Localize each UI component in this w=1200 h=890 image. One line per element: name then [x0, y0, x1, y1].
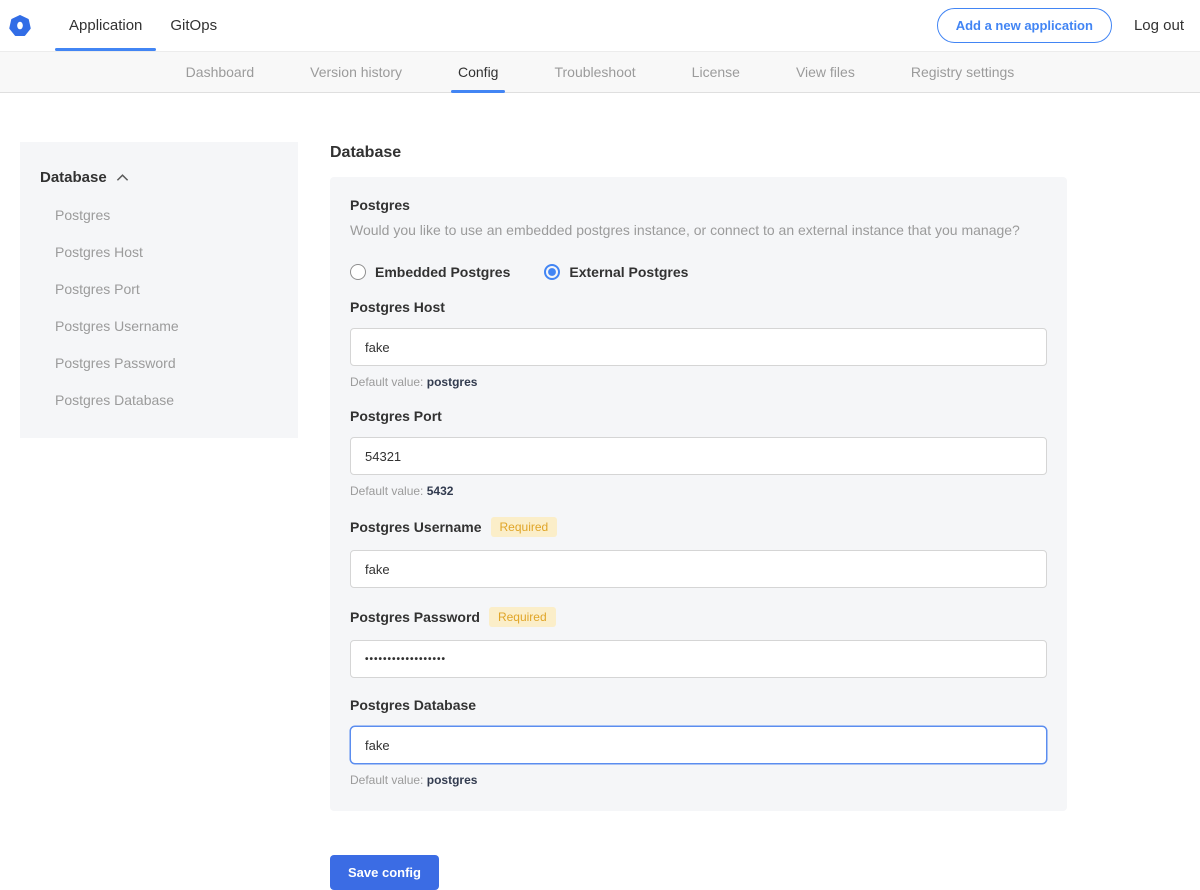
default-value-prefix: Default value: — [350, 375, 423, 389]
postgres-port-default: Default value: 5432 — [350, 484, 1047, 498]
sidebar-group-label: Database — [40, 169, 107, 186]
tab-version-history[interactable]: Version history — [308, 52, 404, 92]
tab-gitops-label: GitOps — [170, 17, 217, 34]
config-group-card: Postgres Would you like to use an embedd… — [330, 177, 1067, 811]
postgres-host-input[interactable] — [350, 328, 1047, 366]
postgres-port-input[interactable] — [350, 437, 1047, 475]
default-value-text: postgres — [427, 375, 478, 389]
app-sub-nav: Dashboard Version history Config Trouble… — [0, 51, 1200, 93]
sidebar-item-postgres-host[interactable]: Postgres Host — [40, 244, 282, 260]
tab-troubleshoot[interactable]: Troubleshoot — [552, 52, 637, 92]
tab-gitops[interactable]: GitOps — [156, 0, 231, 51]
postgres-host-default: Default value: postgres — [350, 375, 1047, 389]
postgres-group-label: Postgres — [350, 197, 1047, 213]
tab-registry-settings-label: Registry settings — [911, 64, 1014, 80]
topnav-right: Add a new application Log out — [937, 0, 1200, 51]
postgres-username-label: Postgres Username — [350, 519, 482, 535]
tab-config[interactable]: Config — [456, 52, 500, 92]
postgres-mode-radio-group: Embedded Postgres External Postgres — [350, 264, 1047, 280]
field-postgres-database: Postgres Database Default value: postgre… — [350, 697, 1047, 787]
sidebar-item-postgres-password[interactable]: Postgres Password — [40, 355, 282, 371]
field-postgres-port: Postgres Port Default value: 5432 — [350, 408, 1047, 498]
app-logo[interactable] — [0, 0, 55, 51]
field-postgres-username: Postgres Username Required — [350, 517, 1047, 588]
sidebar-item-postgres-database[interactable]: Postgres Database — [40, 392, 282, 408]
required-badge: Required — [491, 517, 558, 537]
save-config-button[interactable]: Save config — [330, 855, 439, 890]
tab-license[interactable]: License — [690, 52, 742, 92]
add-new-application-button[interactable]: Add a new application — [937, 8, 1112, 43]
topnav-tabs: Application GitOps — [55, 0, 231, 51]
default-value-prefix: Default value: — [350, 484, 423, 498]
sidebar-item-postgres-port[interactable]: Postgres Port — [40, 281, 282, 297]
logout-link[interactable]: Log out — [1134, 17, 1184, 34]
sidebar-item-postgres[interactable]: Postgres — [40, 207, 282, 223]
embedded-postgres-option[interactable]: Embedded Postgres — [350, 264, 510, 280]
tab-view-files[interactable]: View files — [794, 52, 857, 92]
tab-license-label: License — [692, 64, 740, 80]
tab-application-label: Application — [69, 17, 142, 34]
tab-registry-settings[interactable]: Registry settings — [909, 52, 1016, 92]
field-postgres-host: Postgres Host Default value: postgres — [350, 299, 1047, 389]
config-sidebar: Database Postgres Postgres Host Postgres… — [20, 142, 298, 438]
embedded-postgres-radio[interactable] — [350, 264, 366, 280]
required-badge: Required — [489, 607, 556, 627]
postgres-port-label: Postgres Port — [350, 408, 442, 424]
tab-application[interactable]: Application — [55, 0, 156, 51]
postgres-username-input[interactable] — [350, 550, 1047, 588]
external-postgres-label: External Postgres — [569, 264, 688, 280]
tab-config-label: Config — [458, 64, 498, 80]
tab-troubleshoot-label: Troubleshoot — [554, 64, 635, 80]
default-value-text: postgres — [427, 773, 478, 787]
chevron-up-icon — [116, 173, 129, 182]
postgres-database-default: Default value: postgres — [350, 773, 1047, 787]
postgres-password-input[interactable] — [350, 640, 1047, 678]
sidebar-item-postgres-username[interactable]: Postgres Username — [40, 318, 282, 334]
section-title: Database — [330, 144, 1067, 162]
sidebar-group-database[interactable]: Database — [40, 169, 282, 186]
postgres-database-input[interactable] — [350, 726, 1047, 764]
field-postgres-password: Postgres Password Required — [350, 607, 1047, 678]
postgres-password-label: Postgres Password — [350, 609, 480, 625]
default-value-text: 5432 — [427, 484, 454, 498]
top-nav: Application GitOps Add a new application… — [0, 0, 1200, 51]
config-main: Database Postgres Would you like to use … — [330, 142, 1067, 890]
embedded-postgres-label: Embedded Postgres — [375, 264, 510, 280]
postgres-host-label: Postgres Host — [350, 299, 445, 315]
app-logo-icon — [9, 15, 31, 37]
external-postgres-radio[interactable] — [544, 264, 560, 280]
default-value-prefix: Default value: — [350, 773, 423, 787]
tab-view-files-label: View files — [796, 64, 855, 80]
postgres-database-label: Postgres Database — [350, 697, 476, 713]
postgres-group-help: Would you like to use an embedded postgr… — [350, 222, 1047, 238]
tab-dashboard-label: Dashboard — [186, 64, 255, 80]
external-postgres-option[interactable]: External Postgres — [544, 264, 688, 280]
content-area: Database Postgres Postgres Host Postgres… — [0, 93, 1200, 890]
tab-dashboard[interactable]: Dashboard — [184, 52, 257, 92]
tab-version-history-label: Version history — [310, 64, 402, 80]
